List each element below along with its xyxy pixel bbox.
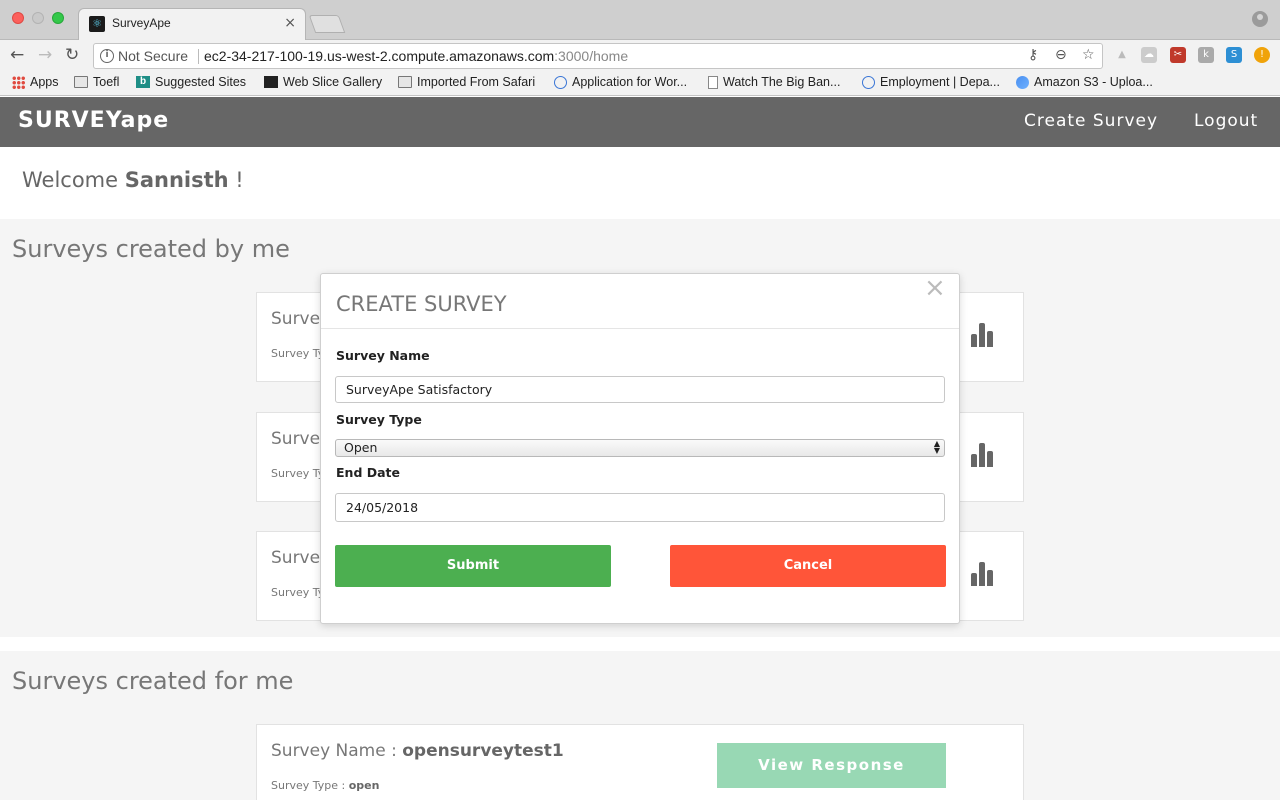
s3-icon xyxy=(1016,75,1029,89)
window-close-button[interactable] xyxy=(12,12,24,24)
tab-close-icon[interactable]: × xyxy=(284,15,296,31)
bookmark-web-slice-gallery[interactable]: Web Slice Gallery xyxy=(264,75,382,89)
survey-type: Survey Ty xyxy=(271,586,325,599)
end-date-label: End Date xyxy=(336,465,401,480)
modal-title: CREATE SURVEY xyxy=(336,292,507,316)
survey-type: Survey Type : open xyxy=(271,779,380,792)
logout-link[interactable]: Logout xyxy=(1194,111,1258,131)
extension-2-icon[interactable]: ☁ xyxy=(1141,47,1157,63)
react-icon: ⚛ xyxy=(89,16,105,32)
modal-header: CREATE SURVEY × xyxy=(321,274,959,329)
survey-type-value: Open xyxy=(344,440,378,455)
extension-5-icon[interactable]: S xyxy=(1226,47,1242,63)
security-indicator[interactable]: Not Secure xyxy=(118,48,188,64)
profile-icon[interactable] xyxy=(1252,11,1268,27)
page-icon xyxy=(708,75,718,89)
bookmarks-bar: Apps Toefl b Suggested Sites Web Slice Ga… xyxy=(0,72,1280,96)
brand-logo[interactable]: SURVEYape xyxy=(18,108,169,133)
window-minimize-button[interactable] xyxy=(32,12,44,24)
section-title: Surveys created by me xyxy=(12,235,290,263)
welcome-message: Welcome Sannisth ! xyxy=(22,168,244,192)
bookmark-apps[interactable]: Apps xyxy=(12,75,59,89)
bookmark-amazon-s3[interactable]: Amazon S3 - Uploa... xyxy=(1016,75,1153,89)
bookmark-employment[interactable]: Employment | Depa... xyxy=(862,75,1000,89)
browser-toolbar: ← → ↻ i Not Secure ec2-34-217-100-19.us-… xyxy=(0,40,1280,72)
extension-1-icon[interactable]: ▲ xyxy=(1114,47,1130,63)
survey-name-label: Survey Name xyxy=(336,348,430,363)
survey-type: Survey Ty xyxy=(271,467,325,480)
app-navbar: SURVEYape Create Survey Logout xyxy=(0,97,1280,147)
survey-card: Survey Name : opensurveytest1 Survey Typ… xyxy=(256,724,1024,800)
bing-icon: b xyxy=(136,76,150,88)
close-icon[interactable]: × xyxy=(924,274,946,302)
tab-title: SurveyApe xyxy=(112,16,171,30)
info-icon[interactable]: i xyxy=(100,49,114,63)
bar-chart-icon[interactable] xyxy=(971,321,997,347)
zoom-icon[interactable]: ⊖ xyxy=(1055,47,1067,63)
back-arrow-icon[interactable]: ← xyxy=(10,45,24,65)
end-date-input[interactable]: 24/05/2018 xyxy=(335,493,945,522)
folder-icon xyxy=(74,76,88,88)
alert-icon[interactable]: ! xyxy=(1254,47,1270,63)
view-response-button[interactable]: View Response xyxy=(717,743,946,788)
url-text[interactable]: ec2-34-217-100-19.us-west-2.compute.amaz… xyxy=(204,48,628,64)
survey-name: Survey Name : opensurveytest1 xyxy=(271,741,564,761)
extension-4-icon[interactable]: k xyxy=(1198,47,1214,63)
extension-3-icon[interactable]: ✂ xyxy=(1170,47,1186,63)
create-survey-modal: CREATE SURVEY × Survey Name SurveyApe Sa… xyxy=(320,273,960,624)
section-title: Surveys created for me xyxy=(12,667,294,695)
new-tab-button[interactable] xyxy=(308,15,346,33)
survey-name-input[interactable]: SurveyApe Satisfactory xyxy=(335,376,945,403)
apps-icon xyxy=(12,75,25,89)
star-icon[interactable]: ☆ xyxy=(1082,47,1095,63)
forward-arrow-icon[interactable]: → xyxy=(38,45,52,65)
bookmark-imported-from-safari[interactable]: Imported From Safari xyxy=(398,75,535,89)
bar-chart-icon[interactable] xyxy=(971,441,997,467)
browser-tab[interactable]: ⚛ SurveyApe × xyxy=(78,8,306,40)
browser-titlebar: ⚛ SurveyApe × xyxy=(0,0,1280,40)
address-bar[interactable]: i Not Secure ec2-34-217-100-19.us-west-2… xyxy=(93,43,1103,69)
url-separator xyxy=(198,49,199,64)
globe-icon xyxy=(554,75,567,89)
folder-icon xyxy=(398,76,412,88)
globe-icon xyxy=(862,75,875,89)
submit-button[interactable]: Submit xyxy=(335,545,611,587)
bookmark-suggested-sites[interactable]: b Suggested Sites xyxy=(136,75,246,89)
survey-type-select[interactable]: Open ▲ ▼ xyxy=(335,439,945,457)
create-survey-link[interactable]: Create Survey xyxy=(1024,111,1158,131)
window-maximize-button[interactable] xyxy=(52,12,64,24)
bar-chart-icon[interactable] xyxy=(971,560,997,586)
user-name: Sannisth xyxy=(124,168,229,192)
key-icon[interactable]: ⚷ xyxy=(1028,47,1038,63)
bookmark-big-bang[interactable]: Watch The Big Ban... xyxy=(708,75,840,89)
select-arrows-icon: ▲ ▼ xyxy=(933,439,941,455)
reload-icon[interactable]: ↻ xyxy=(65,45,79,65)
bookmark-toefl[interactable]: Toefl xyxy=(74,75,119,89)
survey-type: Survey Ty xyxy=(271,347,325,360)
bookmark-application[interactable]: Application for Wor... xyxy=(554,75,687,89)
web-slice-icon xyxy=(264,76,278,88)
survey-type-label: Survey Type xyxy=(336,412,422,427)
cancel-button[interactable]: Cancel xyxy=(670,545,946,587)
